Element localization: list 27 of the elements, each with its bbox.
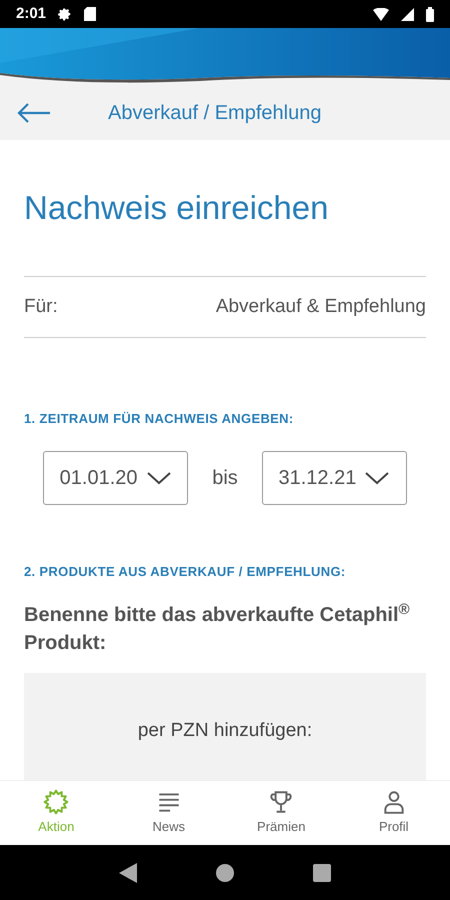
range-separator: bis <box>211 466 239 491</box>
for-label: Für: <box>24 294 58 319</box>
signal-icon <box>401 8 414 20</box>
header-title: Abverkauf / Empfehlung <box>108 100 322 126</box>
square-icon[interactable] <box>312 864 331 882</box>
section-heading: 1. ZEITRAUM FÜR NACHWEIS ANGEBEN: <box>24 410 295 428</box>
for-value: Abverkauf & Empfehlung <box>216 294 426 319</box>
battery-icon <box>426 6 434 22</box>
wifi-icon <box>373 8 389 20</box>
date-select[interactable]: 01.01.20 <box>43 450 188 505</box>
sun-icon <box>43 789 70 816</box>
sd-card-icon <box>84 7 96 21</box>
nav-tab[interactable]: Prämien <box>225 781 338 845</box>
page-title: Nachweis einreichen <box>24 188 330 228</box>
gear-icon <box>58 7 72 21</box>
date-select[interactable]: 31.12.21 <box>262 450 407 505</box>
product-question: Benenne bitte das abverkaufte Cetaphil$^{®}$ Produkt: <box>24 601 411 656</box>
trophy-icon <box>268 789 294 816</box>
home-circle-icon[interactable] <box>216 864 234 882</box>
back-triangle-icon[interactable] <box>119 862 138 882</box>
nav-tab[interactable]: News <box>112 781 225 845</box>
chevron-down-icon <box>364 470 390 486</box>
pzn-label: per PZN hinzufügen: <box>138 719 312 744</box>
status-time: 2:01 <box>16 4 46 24</box>
chevron-down-icon <box>146 470 172 486</box>
nav-tab[interactable]: Profil <box>338 781 450 845</box>
section-heading: 2. PRODUKTE AUS ABVERKAUF / EMPFEHLUNG: <box>24 562 347 581</box>
